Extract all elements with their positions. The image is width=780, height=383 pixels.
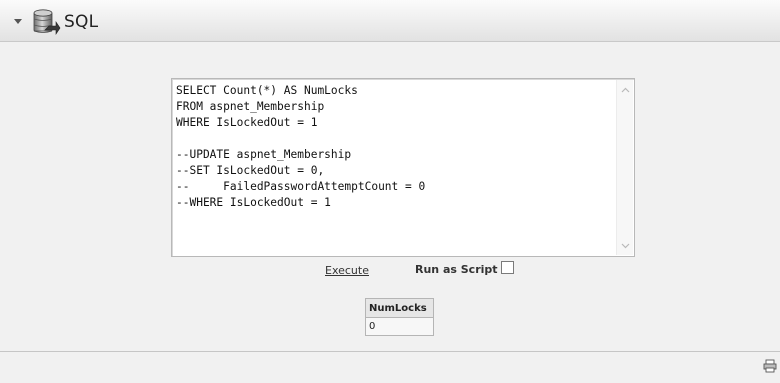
print-icon[interactable] xyxy=(763,359,777,373)
scroll-up-icon[interactable] xyxy=(621,86,630,95)
results-header-row: NumLocks xyxy=(365,298,434,318)
sql-query-textarea[interactable]: SELECT Count(*) AS NumLocks FROM aspnet_… xyxy=(176,83,606,253)
panel-header: SQL xyxy=(0,0,780,42)
table-row: 0 xyxy=(365,317,434,336)
chevron-down-icon[interactable] xyxy=(14,19,22,24)
database-icon xyxy=(33,9,61,35)
sql-editor[interactable]: SELECT Count(*) AS NumLocks FROM aspnet_… xyxy=(171,78,635,257)
scroll-down-icon[interactable] xyxy=(621,241,630,250)
execute-link[interactable]: Execute xyxy=(325,264,369,277)
results-table: NumLocks 0 xyxy=(365,298,434,336)
panel-title: SQL xyxy=(64,12,99,32)
results-cell: 0 xyxy=(365,317,434,336)
sql-panel-window: SQL SELECT Count(*) AS NumLocks FROM asp… xyxy=(0,0,780,383)
results-column-header: NumLocks xyxy=(365,298,434,318)
footer-area xyxy=(0,352,780,383)
run-as-script-checkbox[interactable] xyxy=(501,261,514,274)
run-as-script-label: Run as Script xyxy=(415,263,498,276)
editor-scrollbar[interactable] xyxy=(616,80,633,255)
